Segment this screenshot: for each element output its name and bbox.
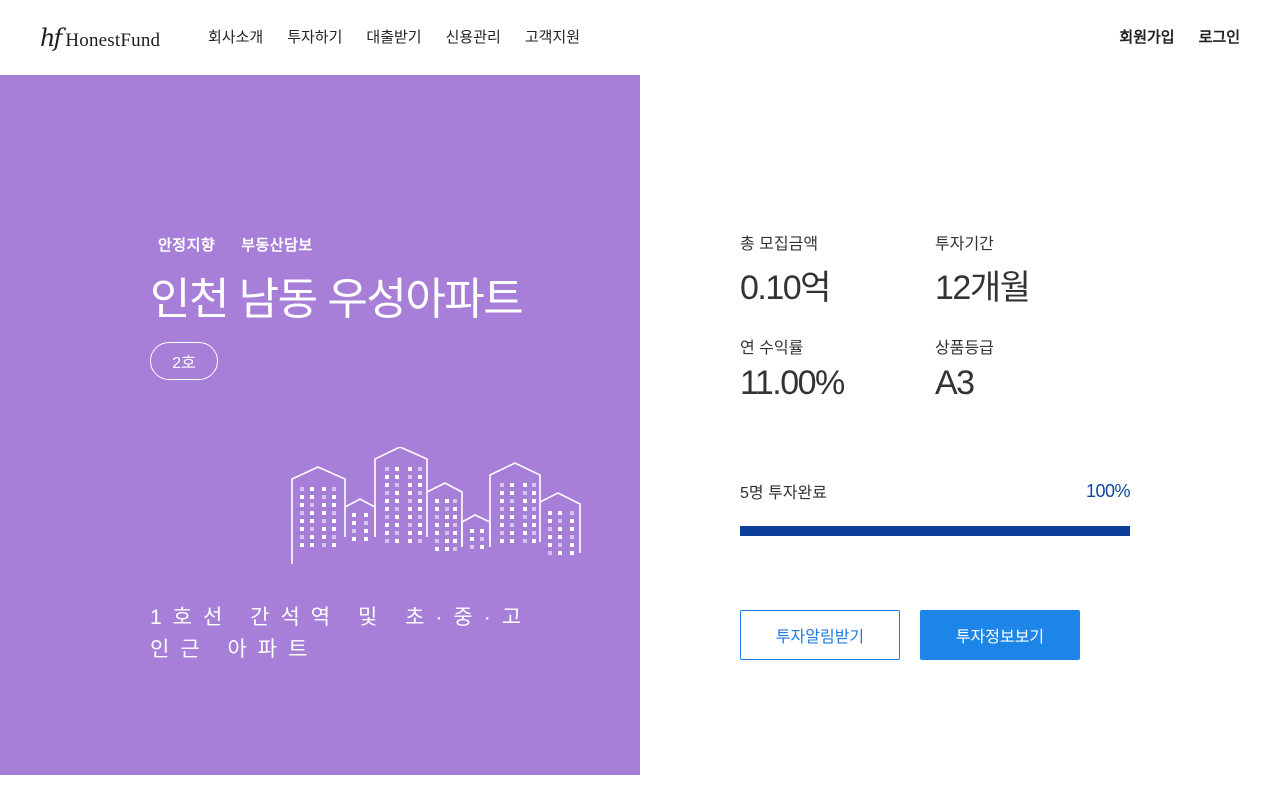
investor-count-label: 5명 투자완료 <box>740 485 827 502</box>
stat-label: 투자기간 <box>935 236 994 253</box>
stat-annual-return: 연 수익률 11.00% <box>740 334 935 403</box>
nav-item-loan[interactable]: 대출받기 <box>366 26 421 47</box>
tag-real-estate: 부동산담보 <box>241 237 313 254</box>
product-title: 인천 남동 우성아파트 <box>150 275 524 324</box>
apartment-buildings-icon <box>291 447 581 564</box>
logo-text: HonestFund <box>65 30 161 51</box>
funding-progress-fill <box>740 526 1130 536</box>
login-link[interactable]: 로그인 <box>1199 26 1240 47</box>
product-description: 1호선 간석역 및 초·중·고 인근 아파트 <box>150 606 533 661</box>
stat-total-amount: 총 모집금액 0.10억 <box>740 230 935 309</box>
auth-links: 회원가입 로그인 <box>1119 26 1240 47</box>
main-nav: 회사소개 투자하기 대출받기 신용관리 고객지원 <box>208 26 580 47</box>
stat-label: 총 모집금액 <box>740 236 819 253</box>
nav-item-invest[interactable]: 투자하기 <box>287 26 342 47</box>
nav-item-support[interactable]: 고객지원 <box>525 26 580 47</box>
investment-info-button[interactable]: 투자정보보기 <box>920 610 1080 660</box>
logo-mark: hf <box>40 24 62 52</box>
stat-value: 12개월 <box>935 269 1031 307</box>
investment-notify-button[interactable]: 투자알림받기 <box>740 610 900 660</box>
funding-progress-bar <box>740 526 1130 536</box>
honestfund-logo[interactable]: hf HonestFund <box>40 24 161 52</box>
product-hero: 안정지향 부동산담보 인천 남동 우성아파트 2호 1호선 간석역 및 초·중·… <box>0 75 640 775</box>
signup-link[interactable]: 회원가입 <box>1119 26 1174 47</box>
stat-grade: 상품등급 A3 <box>935 334 1130 403</box>
stat-value: 0.10억 <box>740 269 831 307</box>
stat-period: 투자기간 12개월 <box>935 230 1130 309</box>
stat-label: 연 수익률 <box>740 340 804 357</box>
nav-item-company[interactable]: 회사소개 <box>208 26 263 47</box>
product-number-badge: 2호 <box>150 342 218 380</box>
stat-value: A3 <box>935 364 975 402</box>
nav-item-credit[interactable]: 신용관리 <box>446 26 501 47</box>
site-header: hf HonestFund 회사소개 투자하기 대출받기 신용관리 고객지원 회… <box>0 0 1280 75</box>
tag-stable: 안정지향 <box>158 237 216 254</box>
product-tags: 안정지향 부동산담보 <box>158 234 313 255</box>
funding-percent: 100% <box>1085 481 1131 501</box>
stat-label: 상품등급 <box>935 340 994 357</box>
stat-value: 11.00% <box>740 364 845 402</box>
